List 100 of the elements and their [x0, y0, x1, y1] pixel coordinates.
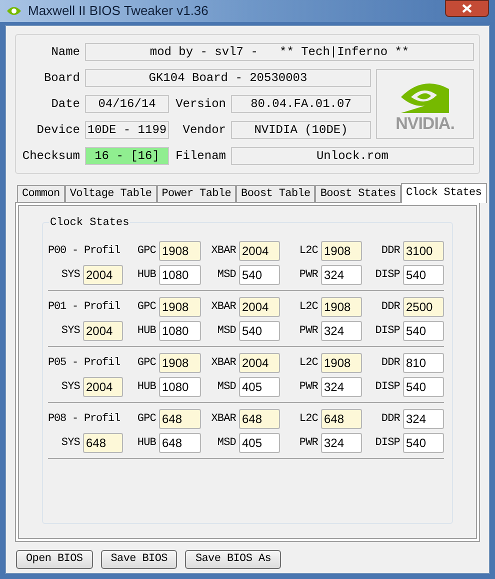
- field-label: Date: [50, 96, 80, 113]
- field-label: DDR: [380, 356, 400, 371]
- action-button[interactable]: Save BIOS As: [185, 550, 282, 569]
- field-label: L2C: [298, 356, 318, 371]
- field-label: SYS: [60, 436, 80, 451]
- value-field[interactable]: 2004: [83, 265, 123, 285]
- value-field[interactable]: 3100: [403, 241, 444, 261]
- field-label: HUB: [136, 436, 156, 451]
- field-label: Name: [50, 44, 80, 61]
- value-field[interactable]: 2004: [83, 321, 123, 341]
- field-label: DISP: [374, 436, 400, 451]
- app-icon: [6, 5, 22, 17]
- field-label: Version: [174, 96, 226, 113]
- tab[interactable]: Boost States: [315, 185, 401, 202]
- field-label: Device: [36, 122, 80, 139]
- tab[interactable]: Boost Table: [236, 185, 316, 202]
- field-label: MSD: [216, 380, 236, 395]
- window-title: Maxwell II BIOS Tweaker v1.36: [28, 2, 210, 20]
- value-field[interactable]: 648: [321, 409, 362, 429]
- readonly-field[interactable]: NVIDIA (10DE): [231, 121, 371, 139]
- field-label: Board: [42, 70, 80, 87]
- value-field[interactable]: 648: [159, 409, 201, 429]
- value-field[interactable]: 648: [239, 409, 280, 429]
- profile-title: P08 - Profil: [48, 412, 122, 427]
- field-label: XBAR: [210, 356, 236, 371]
- field-label: SYS: [60, 380, 80, 395]
- readonly-field[interactable]: 80.04.FA.01.07: [231, 95, 371, 113]
- value-field[interactable]: 1080: [159, 377, 201, 397]
- field-label: PWR: [298, 268, 318, 283]
- tab[interactable]: Voltage Table: [64, 185, 157, 202]
- field-label: MSD: [216, 324, 236, 339]
- value-field[interactable]: 405: [239, 433, 280, 453]
- field-label: DDR: [380, 244, 400, 259]
- value-field[interactable]: 2004: [239, 297, 280, 317]
- tab[interactable]: Clock States: [400, 183, 487, 203]
- close-button[interactable]: [445, 0, 489, 17]
- value-field[interactable]: 324: [403, 409, 444, 429]
- profile-title: P01 - Profil: [48, 300, 122, 315]
- field-label: PWR: [298, 380, 318, 395]
- tab[interactable]: Power Table: [156, 185, 236, 202]
- value-field[interactable]: 1908: [159, 241, 201, 261]
- value-field[interactable]: 540: [239, 321, 280, 341]
- field-label: DISP: [374, 324, 400, 339]
- logo-text: NVIDIA.: [396, 114, 454, 132]
- field-label: SYS: [60, 268, 80, 283]
- field-label: XBAR: [210, 244, 236, 259]
- value-field[interactable]: 324: [321, 265, 362, 285]
- field-label: Vendor: [182, 122, 226, 139]
- field-label: PWR: [298, 436, 318, 451]
- value-field[interactable]: 648: [159, 433, 201, 453]
- value-field[interactable]: 1908: [159, 297, 201, 317]
- field-label: Checksum: [21, 148, 80, 165]
- field-label: XBAR: [210, 300, 236, 315]
- close-icon: [462, 4, 472, 13]
- field-label: L2C: [298, 300, 318, 315]
- value-field[interactable]: 1080: [159, 265, 201, 285]
- value-field[interactable]: 540: [403, 433, 444, 453]
- field-label: GPC: [136, 244, 156, 259]
- field-label: GPC: [136, 300, 156, 315]
- value-field[interactable]: 2500: [403, 297, 444, 317]
- field-label: PWR: [298, 324, 318, 339]
- field-label: DDR: [380, 412, 400, 427]
- field-label: DISP: [374, 268, 400, 283]
- readonly-field[interactable]: mod by - svl7 - ** Tech|Inferno **: [85, 43, 474, 61]
- value-field[interactable]: 2004: [239, 353, 280, 373]
- value-field[interactable]: 810: [403, 353, 444, 373]
- field-label: HUB: [136, 380, 156, 395]
- value-field[interactable]: 540: [239, 265, 280, 285]
- value-field[interactable]: 324: [321, 321, 362, 341]
- value-field[interactable]: 405: [239, 377, 280, 397]
- field-label: XBAR: [210, 412, 236, 427]
- value-field[interactable]: 1908: [321, 297, 362, 317]
- field-label: L2C: [298, 412, 318, 427]
- value-field[interactable]: 540: [403, 265, 444, 285]
- field-label: Filenam: [174, 148, 226, 165]
- value-field[interactable]: 1908: [159, 353, 201, 373]
- field-label: DISP: [374, 380, 400, 395]
- field-label: SYS: [60, 324, 80, 339]
- field-label: HUB: [136, 324, 156, 339]
- value-field[interactable]: 324: [321, 377, 362, 397]
- readonly-field[interactable]: GK104 Board - 20530003: [85, 69, 371, 87]
- value-field[interactable]: 1080: [159, 321, 201, 341]
- value-field[interactable]: 1908: [321, 353, 362, 373]
- tab[interactable]: Common: [17, 185, 65, 202]
- value-field[interactable]: 1908: [321, 241, 362, 261]
- value-field[interactable]: 2004: [239, 241, 280, 261]
- profile-title: P00 - Profil: [48, 244, 122, 259]
- readonly-field[interactable]: Unlock.rom: [231, 147, 474, 165]
- value-field[interactable]: 648: [83, 433, 123, 453]
- readonly-field[interactable]: 04/16/14: [85, 95, 169, 113]
- readonly-field[interactable]: 10DE - 1199: [85, 121, 169, 139]
- value-field[interactable]: 540: [403, 321, 444, 341]
- field-label: GPC: [136, 412, 156, 427]
- action-button[interactable]: Open BIOS: [16, 550, 93, 569]
- value-field[interactable]: 540: [403, 377, 444, 397]
- value-field[interactable]: 324: [321, 433, 362, 453]
- readonly-field[interactable]: 16 - [16]: [85, 147, 169, 165]
- value-field[interactable]: 2004: [83, 377, 123, 397]
- profile-title: P05 - Profil: [48, 356, 122, 371]
- action-button[interactable]: Save BIOS: [100, 550, 178, 569]
